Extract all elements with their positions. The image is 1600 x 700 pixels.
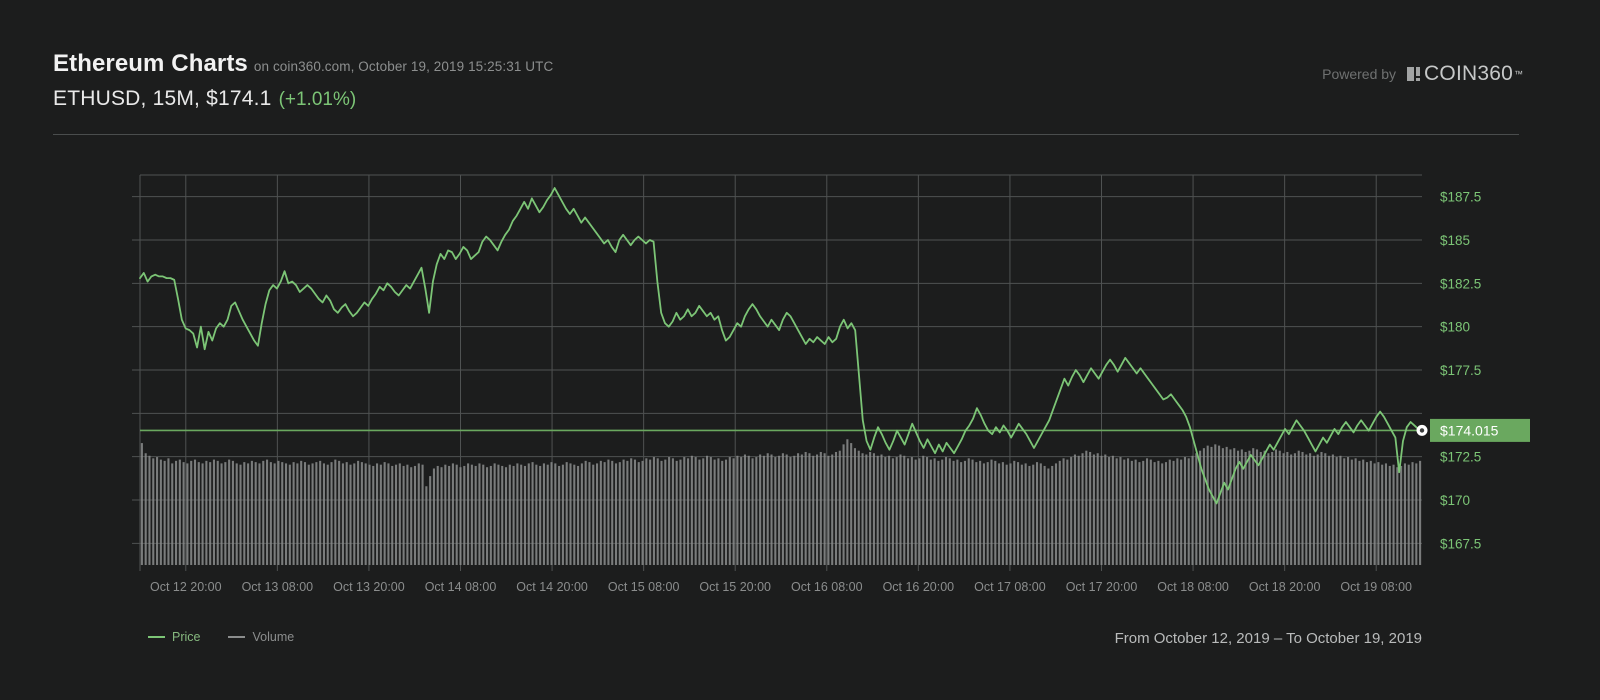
y-axis-tick-label: $170 (1440, 493, 1470, 508)
header-divider (53, 134, 1519, 135)
x-axis-tick-label: Oct 15 20:00 (699, 580, 771, 594)
x-axis-tick-label: Oct 13 08:00 (242, 580, 314, 594)
x-axis-tick-label: Oct 15 08:00 (608, 580, 680, 594)
trademark-symbol: ™ (1514, 69, 1523, 79)
x-axis-tick-label: Oct 13 20:00 (333, 580, 405, 594)
page-subtitle: on coin360.com, October 19, 2019 15:25:3… (253, 59, 554, 74)
pair-summary: ETHUSD, 15M, $174.1 (53, 87, 272, 110)
chart-legend: Price Volume (148, 630, 322, 644)
volume-bars (140, 439, 1422, 565)
x-axis-tick-label: Oct 16 20:00 (883, 580, 955, 594)
legend-label-volume: Volume (252, 630, 295, 644)
page-header: Ethereum Charts on coin360.com, October 1… (53, 50, 1523, 136)
current-price-marker (1416, 424, 1428, 436)
legend-swatch-price-icon (148, 636, 165, 638)
x-axis-tick-label: Oct 19 08:00 (1340, 580, 1412, 594)
y-axis-labels: $187.5 $185 $182.5 $180 $177.5 $172.5 $170 $167… (1440, 190, 1481, 552)
current-price-badge-text: $174.015 (1440, 422, 1499, 438)
x-axis-tick-label: Oct 18 20:00 (1249, 580, 1321, 594)
y-axis-tick-label: $185 (1440, 233, 1470, 248)
x-axis-labels: Oct 12 20:00 Oct 13 08:00 Oct 13 20:00 Oct … (150, 580, 1412, 594)
y-axis-tick-label: $187.5 (1440, 190, 1481, 205)
coin360-logo-mark-icon (1407, 67, 1421, 81)
y-axis-tick-label: $177.5 (1440, 363, 1481, 378)
y-axis-tick-label: $172.5 (1440, 450, 1481, 465)
ethereum-chart-page: Ethereum Charts on coin360.com, October 1… (0, 0, 1600, 700)
header-title-row: Ethereum Charts on coin360.com, October 1… (53, 50, 553, 78)
legend-label-price: Price (172, 630, 201, 644)
coin360-logo-text: COIN360 (1424, 62, 1513, 85)
powered-by-block: Powered by COIN360 ™ (1322, 62, 1523, 86)
x-axis-tick-label: Oct 14 08:00 (425, 580, 497, 594)
x-axis-tick-label: Oct 17 08:00 (974, 580, 1046, 594)
x-axis-tick-label: Oct 17 20:00 (1066, 580, 1138, 594)
powered-by-label: Powered by (1322, 66, 1397, 82)
coin360-logo[interactable]: COIN360 ™ (1407, 62, 1523, 86)
legend-item-price[interactable]: Price (148, 630, 200, 644)
current-price-badge: $174.015 (1430, 418, 1530, 442)
x-axis-tick-label: Oct 18 08:00 (1157, 580, 1229, 594)
price-volume-chart[interactable]: $187.5 $185 $182.5 $180 $177.5 $172.5 $170 $167… (0, 150, 1600, 600)
page-title: Ethereum Charts (53, 50, 248, 77)
x-axis-tick-label: Oct 16 08:00 (791, 580, 863, 594)
date-range-label: From October 12, 2019 – To October 19, 2… (1114, 630, 1422, 647)
x-axis-tick-label: Oct 14 20:00 (516, 580, 588, 594)
legend-item-volume[interactable]: Volume (228, 630, 294, 644)
y-axis-tick-label: $167.5 (1440, 536, 1481, 551)
chart-gridlines (132, 174, 1422, 571)
y-axis-tick-label: $182.5 (1440, 276, 1481, 291)
header-pair-row: ETHUSD, 15M, $174.1 (+1.01%) (53, 87, 356, 111)
percent-change: (+1.01%) (278, 89, 357, 110)
legend-swatch-volume-icon (228, 636, 246, 638)
y-axis-tick-label: $180 (1440, 320, 1470, 335)
chart-container: $187.5 $185 $182.5 $180 $177.5 $172.5 $170 $167… (0, 150, 1600, 600)
x-axis-tick-label: Oct 12 20:00 (150, 580, 222, 594)
